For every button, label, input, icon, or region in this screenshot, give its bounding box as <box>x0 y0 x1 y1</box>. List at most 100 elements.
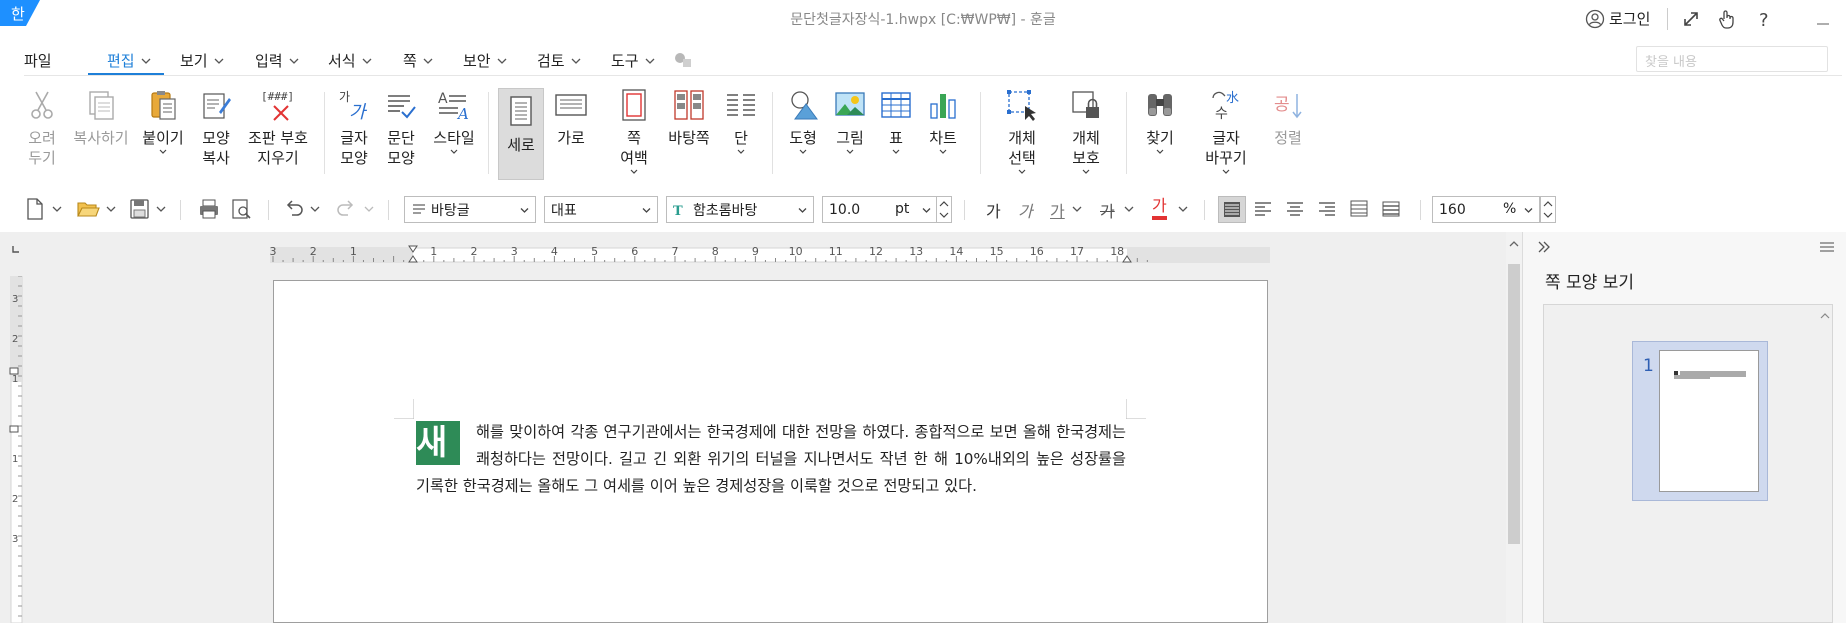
search-input[interactable]: 찾을 내용 <box>1636 46 1828 72</box>
vertical-scrollbar[interactable] <box>1506 232 1522 623</box>
chart-button[interactable]: 차트 <box>924 88 962 180</box>
align-distribute-button[interactable] <box>1346 196 1374 223</box>
menu-insert-label: 입력 <box>255 52 283 70</box>
find-button[interactable]: 찾기 <box>1142 88 1178 180</box>
table-button[interactable]: 표 <box>878 88 914 180</box>
chevron-down-icon <box>362 58 372 64</box>
chevron-down-icon[interactable] <box>1124 197 1134 221</box>
menu-file[interactable]: 파일 <box>24 50 52 71</box>
horizontal-ruler[interactable]: 3 2 1 1 2 3 4 5 6 7 8 9 10 11 12 13 14 15 16 17 18 <box>270 240 1270 264</box>
style-button[interactable]: A A 스타일 <box>430 88 478 180</box>
chevron-down-icon[interactable] <box>106 197 116 221</box>
menu-view[interactable]: 보기 <box>180 50 224 71</box>
redo-icon[interactable] <box>336 197 356 221</box>
chevron-down-icon[interactable] <box>156 197 166 221</box>
ribbon-toolbar: 오려 두기 복사하기 붙이기 모양 복사 [###] 조판 부호 지우기 가 가… <box>0 84 1846 184</box>
touch-mode-icon[interactable] <box>1716 8 1738 30</box>
landscape-button[interactable]: 가로 <box>552 88 590 180</box>
menu-insert[interactable]: 입력 <box>255 50 299 71</box>
minimize-icon[interactable] <box>1812 8 1834 30</box>
chevron-down-icon <box>939 149 947 154</box>
format-copy-button[interactable]: 모양 복사 <box>196 88 236 180</box>
scroll-up-icon[interactable] <box>1508 238 1520 250</box>
page-thumbnail-selected[interactable]: 1 <box>1632 341 1768 501</box>
replace-button[interactable]: 水 수 글자 바꾸기 <box>1196 88 1256 180</box>
picture-icon <box>835 92 865 116</box>
undo-icon[interactable] <box>284 197 304 221</box>
zoom-input[interactable]: 160 % <box>1432 196 1540 223</box>
align-divide-icon <box>1382 201 1400 217</box>
print-preview-icon[interactable] <box>230 197 252 221</box>
paste-button[interactable]: 붙이기 <box>140 88 186 180</box>
menu-page[interactable]: 쪽 <box>403 50 433 71</box>
chevron-down-icon <box>1082 169 1090 174</box>
menu-review[interactable]: 검토 <box>537 50 581 71</box>
panel-scroll-up-icon[interactable] <box>1820 311 1830 321</box>
scrollbar-thumb[interactable] <box>1508 264 1520 544</box>
page-margin-label-2-text: 여백 <box>620 149 648 167</box>
page-thumbnail-list[interactable]: 1 <box>1543 304 1833 623</box>
para-shape-button[interactable]: 문단 모양 <box>382 88 420 180</box>
columns-button[interactable]: 단 <box>724 88 758 180</box>
document-paragraph[interactable]: 새 해를 맞이하여 각종 연구기관에서는 한국경제에 대한 전망을 하였다. 종… <box>416 419 1126 500</box>
login-button[interactable]: 로그인 <box>1585 8 1650 29</box>
font-select[interactable]: T 함초롬바탕 <box>666 196 814 223</box>
document-workspace[interactable]: 3 2 1 1 2 3 4 5 6 7 8 9 10 11 12 13 14 15 16 17 18 321123 새 … <box>0 232 1512 623</box>
bold-button[interactable]: 가 <box>986 198 1001 222</box>
picture-button[interactable]: 그림 <box>832 88 868 180</box>
print-icon[interactable] <box>198 197 220 221</box>
page-bg-button[interactable]: 바탕쪽 <box>666 88 712 180</box>
drop-cap[interactable]: 새 <box>416 421 460 465</box>
chevron-down-icon[interactable] <box>52 197 62 221</box>
align-left-button[interactable] <box>1250 196 1278 223</box>
font-color-button[interactable]: 가 <box>1152 196 1167 220</box>
cut-button[interactable]: 오려 두기 <box>22 88 62 180</box>
menu-tools[interactable]: 도구 <box>611 50 655 71</box>
style-select[interactable]: 바탕글 <box>404 196 536 223</box>
chevron-down-icon[interactable] <box>364 197 374 221</box>
save-icon[interactable] <box>128 197 150 221</box>
panel-menu-icon[interactable] <box>1819 240 1835 254</box>
shape-button[interactable]: 도형 <box>784 88 822 180</box>
menu-security-label: 보안 <box>463 52 491 70</box>
object-protect-button[interactable]: 개체 보호 <box>1062 88 1110 180</box>
ruler-tab-icon[interactable] <box>11 244 21 254</box>
chevron-down-icon <box>799 149 807 154</box>
align-center-button[interactable] <box>1282 196 1310 223</box>
sort-button[interactable]: 공 정렬 <box>1270 88 1306 180</box>
language-select[interactable]: 대표 <box>544 196 658 223</box>
page-margin-button[interactable]: 쪽 여백 <box>606 88 662 180</box>
copy-button[interactable]: 복사하기 <box>70 88 132 180</box>
chevron-down-icon[interactable] <box>1178 197 1188 221</box>
font-size-input[interactable]: 10.0 pt <box>822 196 938 223</box>
vertical-ruler[interactable]: 3 2 1 1 2 3 <box>8 276 24 623</box>
chevron-down-icon[interactable] <box>310 197 320 221</box>
field-clear-button[interactable]: [###] 조판 부호 지우기 <box>244 88 312 180</box>
page-thumbnail[interactable] <box>1659 350 1759 492</box>
page-thumbnail-number: 1 <box>1643 356 1654 376</box>
align-right-button[interactable] <box>1314 196 1342 223</box>
chevron-down-icon[interactable] <box>1072 197 1082 221</box>
align-justify-button[interactable] <box>1218 196 1246 223</box>
addons-icon[interactable] <box>672 50 694 70</box>
menu-edit[interactable]: 편집 <box>107 50 151 71</box>
menu-security[interactable]: 보안 <box>463 50 507 71</box>
underline-button[interactable]: 가 <box>1050 198 1065 222</box>
portrait-button[interactable]: 세로 <box>498 88 544 180</box>
align-divide-button[interactable] <box>1378 196 1406 223</box>
help-icon[interactable]: ? <box>1754 8 1776 30</box>
zoom-stepper[interactable] <box>1540 196 1556 223</box>
menu-format[interactable]: 서식 <box>328 50 372 71</box>
double-chevron-right-icon[interactable] <box>1537 240 1551 254</box>
italic-button[interactable]: 가 <box>1018 198 1033 222</box>
document-page[interactable]: 새 해를 맞이하여 각종 연구기관에서는 한국경제에 대한 전망을 하였다. 종… <box>273 280 1268 623</box>
object-select-button[interactable]: 개체 선택 <box>998 88 1046 180</box>
strikethrough-button[interactable]: 가 <box>1100 198 1115 222</box>
new-document-icon[interactable] <box>24 197 46 221</box>
open-folder-icon[interactable] <box>76 197 100 221</box>
font-size-stepper[interactable] <box>936 196 952 223</box>
fullscreen-icon[interactable] <box>1680 8 1702 30</box>
chevron-down-icon <box>141 58 151 64</box>
font-size-value: 10.0 <box>829 201 861 218</box>
char-shape-button[interactable]: 가 가 글자 모양 <box>336 88 372 180</box>
